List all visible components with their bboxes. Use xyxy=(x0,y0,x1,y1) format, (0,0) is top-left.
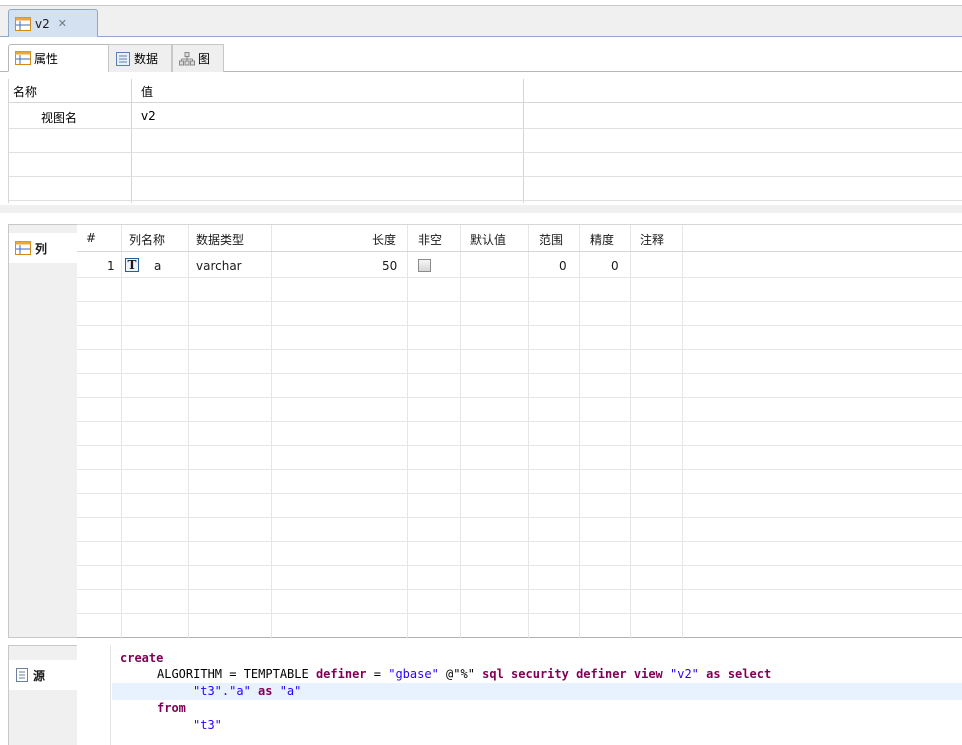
grid-divider xyxy=(9,176,962,177)
code-token: definer xyxy=(315,667,367,681)
code-line-5: "t3" xyxy=(193,718,222,732)
source-side-panel: 源 xyxy=(8,645,78,745)
grid-divider xyxy=(77,445,962,446)
property-value-view-name[interactable]: v2 xyxy=(141,109,156,123)
properties-icon xyxy=(15,51,31,65)
close-icon[interactable]: ✕ xyxy=(58,17,67,30)
tab-data-label: 数据 xyxy=(134,52,159,66)
grid-divider xyxy=(188,225,189,639)
code-token: "t3"."a" xyxy=(193,684,251,698)
grid-divider xyxy=(460,225,461,639)
grid-divider xyxy=(77,421,962,422)
properties-header-name: 名称 xyxy=(13,85,38,99)
properties-header: 名称 值 xyxy=(9,79,962,103)
grid-divider xyxy=(77,613,962,614)
code-line-1: create xyxy=(120,651,164,665)
grid-divider xyxy=(9,152,962,153)
column-header-precision[interactable]: 精度 xyxy=(590,231,614,248)
grid-divider xyxy=(9,200,962,201)
grid-divider xyxy=(77,541,962,542)
tab-diagram-label: 图 xyxy=(198,52,211,66)
code-token: "v2" xyxy=(662,667,707,681)
data-type-cell[interactable]: varchar xyxy=(196,259,242,273)
column-header-default[interactable]: 默认值 xyxy=(470,231,506,248)
source-editor[interactable]: create ALGORITHM = TEMPTABLE definer = "… xyxy=(77,645,962,745)
text-type-icon: T xyxy=(125,258,139,272)
grid-divider xyxy=(77,589,962,590)
code-token: sql security definer view xyxy=(482,667,663,681)
code-line-3: "t3"."a" as "a" xyxy=(193,684,301,698)
column-header-length[interactable]: 长度 xyxy=(372,231,396,248)
column-name-cell[interactable]: a xyxy=(154,259,161,273)
grid-divider xyxy=(630,225,631,639)
length-cell[interactable]: 50 xyxy=(382,259,397,273)
grid-divider xyxy=(579,225,580,639)
column-header-comment[interactable]: 注释 xyxy=(640,231,664,248)
editor-tab-title: v2 xyxy=(35,16,50,31)
grid-divider xyxy=(9,128,962,129)
code-token: @"%" xyxy=(438,667,483,681)
column-header-index[interactable]: # xyxy=(86,231,96,245)
grid-divider xyxy=(77,397,962,398)
side-tab-source[interactable]: 源 xyxy=(9,660,77,690)
code-token: = xyxy=(366,667,389,681)
property-name-view-name: 视图名 xyxy=(41,111,78,125)
code-token: ALGORITHM = TEMPTABLE xyxy=(157,667,309,681)
grid-divider xyxy=(77,349,962,350)
document-icon xyxy=(16,668,28,682)
grid-divider xyxy=(77,373,962,374)
editor-tab-bar: v2 ✕ xyxy=(0,6,962,37)
code-line-4: from xyxy=(157,701,186,715)
tab-properties-label: 属性 xyxy=(34,51,59,66)
grid-divider xyxy=(407,225,408,639)
code-token: "gbase" xyxy=(388,667,439,681)
grid-divider xyxy=(77,469,962,470)
grid-divider xyxy=(77,517,962,518)
grid-divider xyxy=(131,79,132,203)
grid-divider xyxy=(77,301,962,302)
section-splitter[interactable] xyxy=(0,205,962,213)
row-index: 1 xyxy=(107,259,115,273)
side-tab-source-label: 源 xyxy=(33,668,46,683)
diagram-icon xyxy=(179,51,195,65)
inner-tab-bar: 属性 数据 图 xyxy=(0,38,962,72)
code-token: as xyxy=(250,684,280,698)
editor-gutter xyxy=(77,645,111,745)
tab-data[interactable]: 数据 xyxy=(108,44,172,72)
grid-divider xyxy=(77,325,962,326)
grid-divider xyxy=(271,225,272,639)
data-icon xyxy=(116,51,130,66)
columns-side-panel: 列 xyxy=(8,224,78,638)
tab-diagram[interactable]: 图 xyxy=(172,44,224,72)
columns-grid: # 列名称 数据类型 长度 非空 默认值 范围 精度 注释 1 T a varc… xyxy=(77,224,962,639)
tab-properties[interactable]: 属性 xyxy=(8,44,112,72)
grid-divider xyxy=(77,493,962,494)
code-token: as select xyxy=(706,667,772,681)
column-header-data-type[interactable]: 数据类型 xyxy=(196,231,244,248)
column-header-name[interactable]: 列名称 xyxy=(129,231,165,248)
table-icon xyxy=(15,241,31,255)
column-header-not-null[interactable]: 非空 xyxy=(418,231,442,248)
properties-header-value: 值 xyxy=(141,85,154,99)
grid-divider xyxy=(523,79,524,203)
grid-divider xyxy=(77,565,962,566)
view-table-icon xyxy=(15,16,31,31)
column-header-scale[interactable]: 范围 xyxy=(539,231,563,248)
code-token: "a" xyxy=(279,684,302,698)
side-tab-columns-label: 列 xyxy=(35,241,48,256)
grid-divider xyxy=(528,225,529,639)
grid-divider xyxy=(77,277,962,278)
editor-tab-v2[interactable]: v2 ✕ xyxy=(8,9,98,37)
grid-divider xyxy=(682,225,683,639)
scale-cell[interactable]: 0 xyxy=(559,259,567,273)
grid-divider xyxy=(77,251,962,252)
grid-divider xyxy=(121,225,122,639)
not-null-checkbox[interactable] xyxy=(418,259,431,272)
side-tab-columns[interactable]: 列 xyxy=(9,233,77,263)
code-line-2: ALGORITHM = TEMPTABLE definer = "gbase" … xyxy=(157,667,771,681)
precision-cell[interactable]: 0 xyxy=(611,259,619,273)
properties-grid: 名称 值 视图名 v2 xyxy=(8,79,962,203)
